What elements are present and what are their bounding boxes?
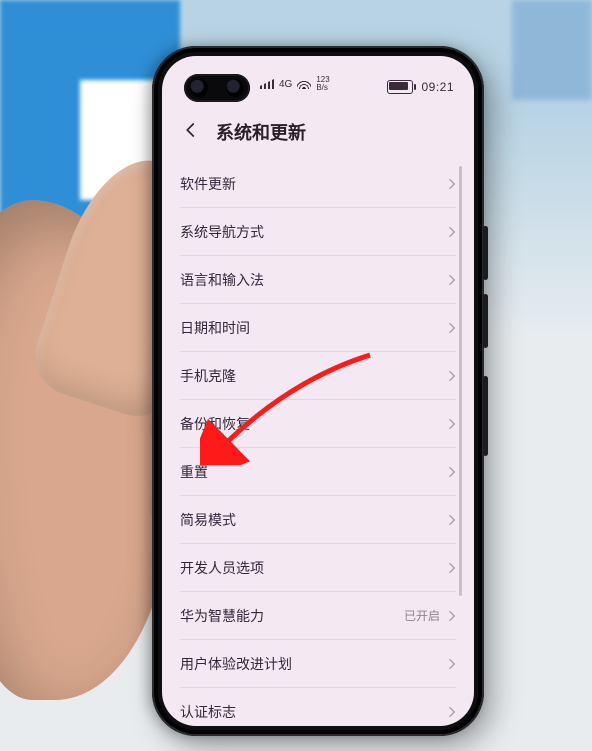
row-software-update[interactable]: 软件更新 bbox=[180, 160, 456, 208]
chevron-right-icon bbox=[448, 178, 456, 190]
row-label: 华为智慧能力 bbox=[180, 606, 264, 626]
scene: 4G 123B/s 09:21 系统和更新 bbox=[0, 0, 592, 751]
chevron-right-icon bbox=[448, 466, 456, 478]
row-label: 系统导航方式 bbox=[180, 222, 264, 242]
row-label: 手机克隆 bbox=[180, 366, 236, 386]
row-developer-options[interactable]: 开发人员选项 bbox=[180, 544, 456, 592]
row-huawei-ai[interactable]: 华为智慧能力 已开启 bbox=[180, 592, 456, 640]
signal-icon bbox=[260, 79, 274, 89]
chevron-right-icon bbox=[448, 610, 456, 622]
row-simple-mode[interactable]: 简易模式 bbox=[180, 496, 456, 544]
row-backup-restore[interactable]: 备份和恢复 bbox=[180, 400, 456, 448]
settings-list: 软件更新 系统导航方式 语言和输入法 bbox=[162, 160, 474, 726]
chevron-right-icon bbox=[448, 706, 456, 718]
scrollbar[interactable] bbox=[459, 166, 462, 696]
row-value: 已开启 bbox=[404, 607, 440, 624]
status-left: 4G 123B/s bbox=[260, 76, 330, 92]
chevron-right-icon bbox=[448, 418, 456, 430]
row-label: 认证标志 bbox=[180, 702, 236, 722]
network-type-label: 4G bbox=[279, 79, 292, 90]
row-phone-clone[interactable]: 手机克隆 bbox=[180, 352, 456, 400]
row-certification[interactable]: 认证标志 bbox=[180, 688, 456, 726]
chevron-right-icon bbox=[448, 514, 456, 526]
row-label: 软件更新 bbox=[180, 174, 236, 194]
row-label: 日期和时间 bbox=[180, 318, 250, 338]
row-label: 开发人员选项 bbox=[180, 558, 264, 578]
row-label: 重置 bbox=[180, 462, 208, 482]
status-time: 09:21 bbox=[421, 80, 454, 94]
wifi-icon bbox=[297, 79, 311, 89]
network-speed: 123B/s bbox=[316, 76, 329, 92]
row-label: 语言和输入法 bbox=[180, 270, 264, 290]
chevron-right-icon bbox=[448, 562, 456, 574]
page-title: 系统和更新 bbox=[216, 119, 306, 145]
row-label: 备份和恢复 bbox=[180, 414, 250, 434]
volume-down-button bbox=[483, 294, 488, 348]
back-arrow-icon bbox=[182, 121, 200, 144]
chevron-right-icon bbox=[448, 658, 456, 670]
row-date-time[interactable]: 日期和时间 bbox=[180, 304, 456, 352]
row-label: 用户体验改进计划 bbox=[180, 654, 292, 674]
chevron-right-icon bbox=[448, 226, 456, 238]
row-user-experience[interactable]: 用户体验改进计划 bbox=[180, 640, 456, 688]
page-header: 系统和更新 bbox=[162, 108, 474, 156]
status-bar: 4G 123B/s 09:21 bbox=[162, 70, 474, 104]
row-reset[interactable]: 重置 bbox=[180, 448, 456, 496]
chevron-right-icon bbox=[448, 274, 456, 286]
row-label: 简易模式 bbox=[180, 510, 236, 530]
back-button[interactable] bbox=[180, 121, 202, 143]
battery-icon bbox=[387, 80, 413, 94]
background-shape bbox=[512, 0, 592, 100]
power-button bbox=[483, 376, 488, 456]
phone-screen: 4G 123B/s 09:21 系统和更新 bbox=[162, 56, 474, 726]
row-system-navigation[interactable]: 系统导航方式 bbox=[180, 208, 456, 256]
chevron-right-icon bbox=[448, 370, 456, 382]
phone-frame: 4G 123B/s 09:21 系统和更新 bbox=[152, 46, 484, 736]
row-language-input[interactable]: 语言和输入法 bbox=[180, 256, 456, 304]
volume-up-button bbox=[483, 226, 488, 280]
scrollbar-thumb[interactable] bbox=[459, 166, 462, 596]
background-shape bbox=[80, 80, 160, 200]
chevron-right-icon bbox=[448, 322, 456, 334]
